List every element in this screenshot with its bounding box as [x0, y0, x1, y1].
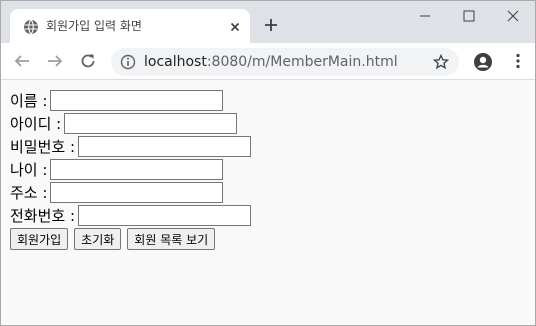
password-row: 비밀번호 : — [10, 135, 535, 158]
browser-tab[interactable]: 회원가입 입력 화면 — [10, 9, 250, 43]
member-list-button[interactable]: 회원 목록 보기 — [127, 228, 216, 250]
url-path: :8080/m/MemberMain.html — [206, 54, 398, 70]
age-row: 나이 : — [10, 158, 535, 181]
kebab-menu-icon[interactable] — [509, 52, 527, 70]
page-content: 이름 : 아이디 : 비밀번호 : 나이 : 주소 : 전화번호 : 회원가입 … — [1, 81, 535, 325]
name-row: 이름 : — [10, 89, 535, 112]
browser-toolbar: localhost:8080/m/MemberMain.html — [1, 43, 535, 80]
button-row: 회원가입 초기화 회원 목록 보기 — [10, 228, 535, 250]
address-label: 주소 : — [10, 184, 48, 202]
phone-input[interactable] — [78, 205, 252, 226]
star-icon[interactable] — [432, 53, 450, 70]
address-input[interactable] — [50, 182, 224, 203]
name-label: 이름 : — [10, 92, 48, 110]
member-form: 이름 : 아이디 : 비밀번호 : 나이 : 주소 : 전화번호 : 회원가입 … — [10, 89, 535, 250]
url-text: localhost:8080/m/MemberMain.html — [144, 54, 398, 70]
name-input[interactable] — [50, 90, 224, 111]
reset-button[interactable]: 초기화 — [74, 228, 122, 250]
password-input[interactable] — [78, 136, 252, 157]
close-icon[interactable] — [227, 19, 243, 35]
forward-arrow-icon[interactable] — [46, 52, 64, 70]
id-row: 아이디 : — [10, 112, 535, 135]
reload-icon[interactable] — [79, 52, 97, 70]
id-input[interactable] — [64, 113, 238, 134]
age-input[interactable] — [50, 159, 224, 180]
profile-icon[interactable] — [473, 52, 492, 71]
tab-title: 회원가입 입력 화면 — [46, 19, 142, 33]
tab-strip: 회원가입 입력 화면 — [1, 1, 535, 43]
phone-row: 전화번호 : — [10, 204, 535, 227]
url-host: localhost — [144, 54, 207, 70]
info-icon[interactable] — [120, 54, 136, 70]
maximize-icon[interactable] — [447, 1, 491, 31]
minimize-icon[interactable] — [403, 1, 447, 31]
browser-window: 회원가입 입력 화면 localhost:8080/m/MemberMain.h… — [0, 0, 536, 326]
signup-button[interactable]: 회원가입 — [10, 228, 69, 250]
password-label: 비밀번호 : — [10, 138, 76, 156]
address-bar[interactable]: localhost:8080/m/MemberMain.html — [111, 48, 459, 76]
phone-label: 전화번호 : — [10, 207, 76, 225]
address-row: 주소 : — [10, 181, 535, 204]
plus-icon[interactable] — [263, 17, 279, 33]
id-label: 아이디 : — [10, 115, 62, 133]
back-arrow-icon[interactable] — [13, 52, 31, 70]
age-label: 나이 : — [10, 161, 48, 179]
globe-icon — [23, 19, 39, 35]
close-window-icon[interactable] — [491, 1, 535, 31]
